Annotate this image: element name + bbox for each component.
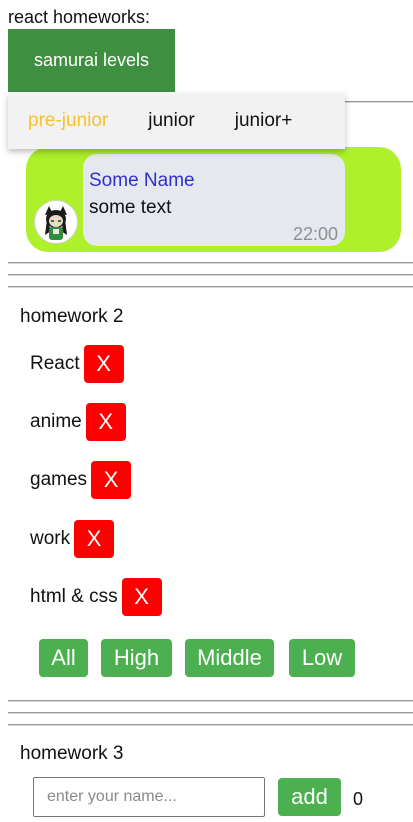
- affair-name: React: [30, 353, 80, 374]
- filter-high-button[interactable]: High: [101, 639, 172, 677]
- message-text: some text: [89, 197, 172, 218]
- divider: [8, 274, 413, 276]
- add-button[interactable]: add: [278, 778, 341, 816]
- menu-item-pre-junior[interactable]: pre-junior: [28, 110, 108, 132]
- affair-item: html & css X: [30, 578, 162, 616]
- anime-girl-avatar-icon: [34, 200, 78, 244]
- delete-affair-button[interactable]: X: [83, 345, 124, 383]
- divider: [8, 712, 413, 714]
- message-card: Some Name some text 22:00: [26, 147, 401, 252]
- page: react homeworks: samurai levels pre-juni…: [0, 0, 413, 822]
- menu-item-junior-plus[interactable]: junior+: [235, 110, 293, 132]
- affair-item: anime X: [30, 403, 126, 441]
- delete-affair-button[interactable]: X: [121, 578, 162, 616]
- affair-name: html & css: [30, 586, 118, 607]
- divider: [8, 724, 413, 726]
- app-title: react homeworks:: [8, 7, 151, 27]
- homework-3-title: homework 3: [20, 743, 124, 764]
- divider: [8, 700, 413, 702]
- filter-all-button[interactable]: All: [39, 639, 88, 677]
- affair-name: games: [30, 469, 88, 490]
- affair-item: games X: [30, 461, 132, 499]
- samurai-levels-button[interactable]: samurai levels: [8, 29, 175, 92]
- message-bubble: Some Name some text 22:00: [83, 154, 345, 246]
- message-author: Some Name: [89, 170, 195, 191]
- affair-name: work: [30, 528, 71, 549]
- delete-affair-button[interactable]: X: [85, 403, 126, 441]
- names-counter: 0: [353, 789, 364, 809]
- menu-item-junior[interactable]: junior: [148, 110, 194, 132]
- divider: [8, 262, 413, 264]
- affair-name: anime: [30, 411, 82, 432]
- message-time: 22:00: [292, 224, 338, 244]
- filter-middle-button[interactable]: Middle: [185, 639, 274, 677]
- affair-item: React X: [30, 345, 124, 383]
- divider: [8, 286, 413, 288]
- name-input[interactable]: [33, 777, 265, 817]
- delete-affair-button[interactable]: X: [74, 520, 115, 558]
- levels-dropdown-menu: pre-junior junior junior+: [8, 93, 345, 149]
- homework-2-title: homework 2: [20, 306, 124, 327]
- affair-item: work X: [30, 520, 115, 558]
- delete-affair-button[interactable]: X: [91, 461, 132, 499]
- filter-low-button[interactable]: Low: [289, 639, 355, 677]
